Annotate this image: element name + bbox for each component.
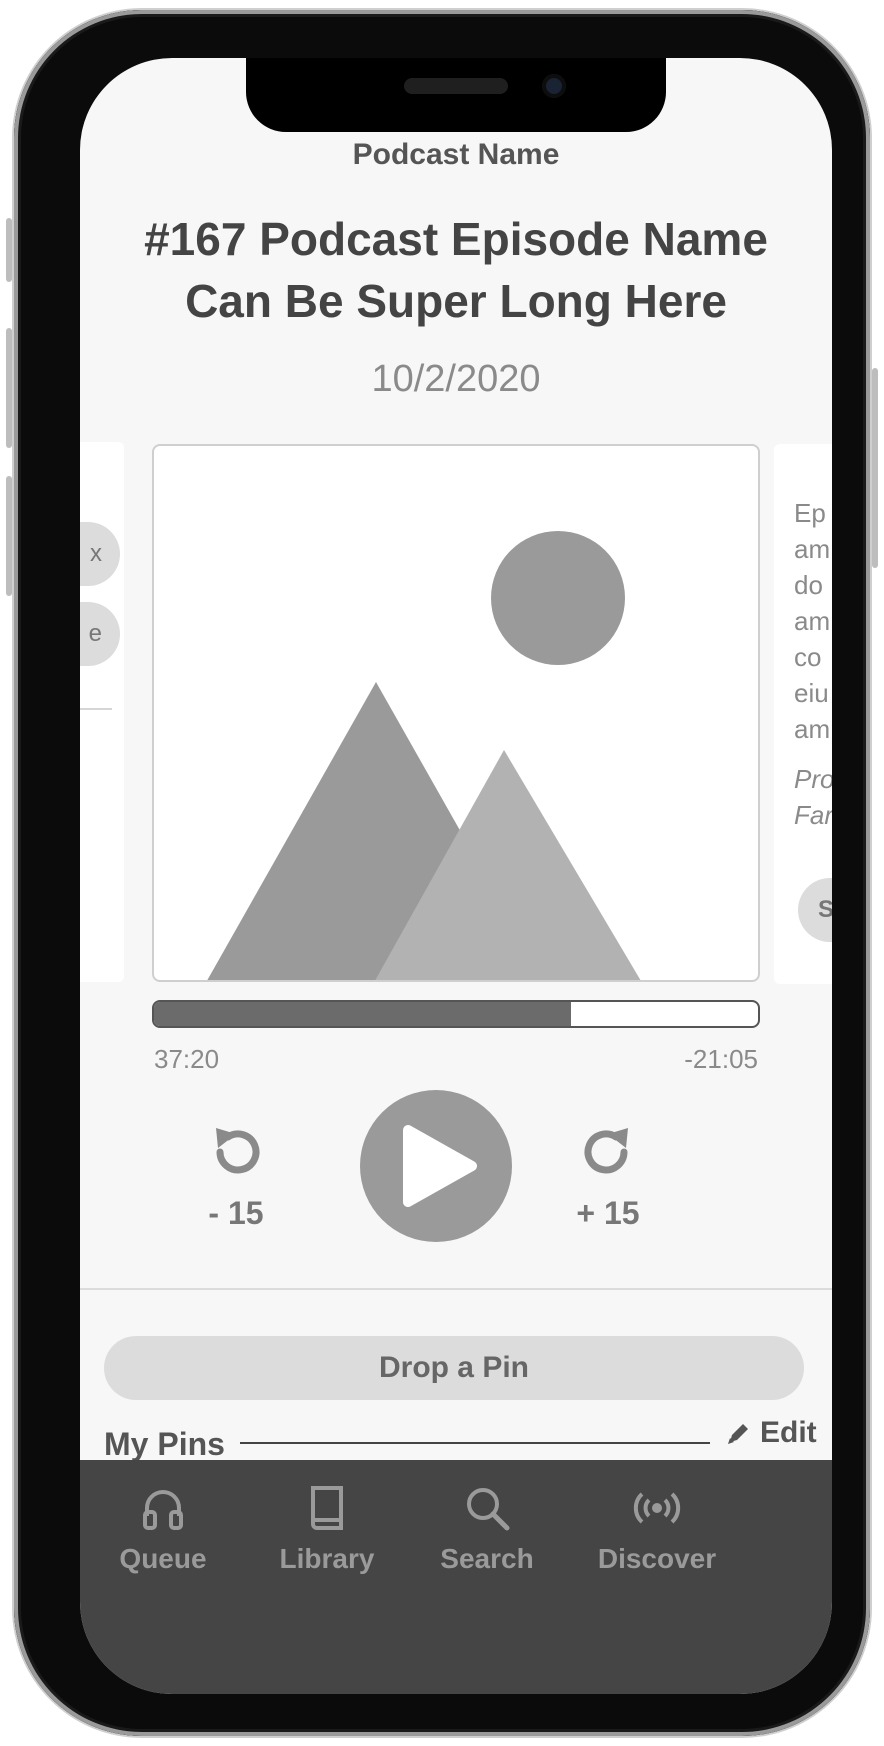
- rotate-forward-icon: [584, 1128, 628, 1174]
- chip-left-1[interactable]: x: [80, 522, 120, 586]
- search-icon: [467, 1488, 510, 1531]
- screen: Podcast Name #167 Podcast Episode Name C…: [80, 58, 832, 1694]
- skip-back-label: - 15: [208, 1195, 264, 1231]
- description-italic-text: Far: [794, 800, 832, 830]
- skip-back-button[interactable]: - 15: [186, 1120, 286, 1232]
- edit-label: Edit: [760, 1416, 817, 1449]
- description-text: am: [794, 534, 831, 564]
- headphones-icon: [143, 1490, 183, 1530]
- progress-bar[interactable]: [152, 1000, 760, 1028]
- power-button: [872, 368, 878, 568]
- volume-down-button: [6, 476, 12, 596]
- play-button[interactable]: [360, 1090, 512, 1242]
- notch: [246, 58, 666, 132]
- play-icon: [403, 1125, 477, 1207]
- tab-label: Search: [440, 1543, 534, 1574]
- broadcast-icon: [633, 1492, 681, 1524]
- carousel-card-right[interactable]: Ep am do am co eiu am Pro Far S: [774, 444, 832, 984]
- pencil-icon: [728, 1424, 748, 1444]
- skip-forward-label: + 15: [576, 1195, 640, 1231]
- description-text: am: [794, 606, 831, 636]
- sun-shape: [491, 531, 625, 665]
- tab-bar: Queue Library Search Discover: [80, 1460, 832, 1694]
- tab-label: Library: [279, 1543, 375, 1574]
- image-placeholder-icon: [207, 531, 641, 980]
- episode-date: 10/2/2020: [371, 358, 541, 400]
- divider: [240, 1442, 710, 1444]
- tab-library[interactable]: Library: [242, 1484, 412, 1575]
- tab-label: Discover: [597, 1543, 717, 1574]
- front-camera: [542, 74, 566, 98]
- drop-pin-button[interactable]: Drop a Pin: [104, 1336, 804, 1400]
- description-text: do: [794, 570, 823, 600]
- skip-forward-button[interactable]: + 15: [558, 1120, 658, 1232]
- remaining-time: -21:05: [684, 1044, 758, 1074]
- tab-search[interactable]: Search: [402, 1484, 572, 1575]
- elapsed-time: 37:20: [154, 1044, 220, 1074]
- rotate-back-icon: [216, 1128, 260, 1174]
- my-pins-title: My Pins: [104, 1426, 225, 1462]
- edit-pins-button[interactable]: Edit: [726, 1416, 817, 1450]
- volume-up-button: [6, 328, 12, 448]
- divider: [80, 708, 112, 710]
- description-text: am: [794, 714, 831, 744]
- chip-right[interactable]: S: [798, 878, 832, 942]
- carousel-card-left[interactable]: x e: [80, 442, 124, 982]
- episode-title: #167 Podcast Episode Name Can Be Super L…: [144, 213, 768, 327]
- description-text: co: [794, 642, 822, 672]
- phone-frame: Podcast Name #167 Podcast Episode Name C…: [6, 10, 878, 1736]
- book-icon: [311, 1486, 343, 1530]
- episode-artwork[interactable]: [152, 444, 760, 982]
- divider: [80, 1288, 832, 1290]
- speaker-grille: [404, 78, 508, 94]
- progress-fill: [154, 1002, 571, 1026]
- description-italic-text: Pro: [794, 764, 832, 794]
- tab-queue[interactable]: Queue: [80, 1484, 248, 1575]
- chip-left-2[interactable]: e: [80, 602, 120, 666]
- description-text: Ep: [794, 498, 826, 528]
- podcast-name[interactable]: Podcast Name: [80, 138, 832, 172]
- tab-discover[interactable]: Discover: [572, 1484, 742, 1575]
- description-text: eiu: [794, 678, 829, 708]
- tab-label: Queue: [119, 1543, 207, 1574]
- mute-switch: [6, 218, 12, 282]
